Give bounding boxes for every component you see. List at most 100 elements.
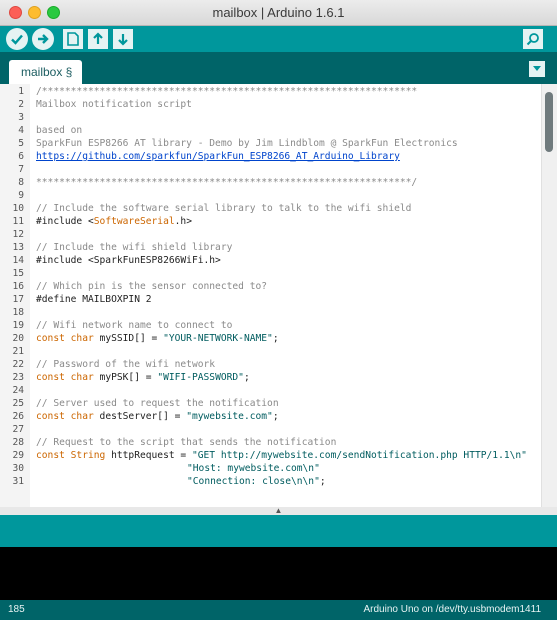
line-number: 2 <box>18 99 24 110</box>
code-text: // Which pin is the sensor connected to? <box>36 281 268 292</box>
status-line-number: 185 <box>8 604 25 615</box>
vertical-scrollbar[interactable] <box>541 84 557 507</box>
horizontal-scrollbar[interactable] <box>30 497 541 507</box>
code-token: const char <box>36 372 94 383</box>
line-number: 11 <box>12 216 24 227</box>
status-bar: 185 Arduino Uno on /dev/tty.usbmodem1411 <box>0 600 557 620</box>
code-token: "Host: mywebsite.com\n" <box>187 463 320 474</box>
line-number: 4 <box>18 125 24 136</box>
tab-menu-button[interactable] <box>529 61 545 77</box>
new-file-icon <box>67 32 79 46</box>
line-number: 3 <box>18 112 24 123</box>
code-text: #include <SparkFunESP8266WiFi.h> <box>36 255 221 266</box>
scrollbar-thumb[interactable] <box>545 92 553 152</box>
code-text: #include <SoftwareSerial.h> <box>36 215 192 228</box>
maximize-window-button[interactable] <box>47 6 60 19</box>
code-token: const String <box>36 450 106 461</box>
line-number: 30 <box>12 463 24 474</box>
editor-console-divider[interactable]: ▲ <box>0 507 557 515</box>
line-number: 7 <box>18 164 24 175</box>
code-line: 12 <box>0 228 541 241</box>
code-line: 5 SparkFun ESP8266 AT library - Demo by J… <box>0 137 541 150</box>
line-number: 10 <box>12 203 24 214</box>
code-token: "GET http://mywebsite.com/sendNotificati… <box>191 450 527 461</box>
code-token: "Connection: close\n\n" <box>187 476 320 487</box>
code-line: 31 "Connection: close\n\n"; <box>0 475 541 488</box>
code-text: // Request to the script that sends the … <box>36 437 337 448</box>
code-text: const char myPSK[] = "WIFI-PASSWORD"; <box>36 371 250 384</box>
arrow-right-icon <box>38 34 49 44</box>
code-line: 14 #include <SparkFunESP8266WiFi.h> <box>0 254 541 267</box>
code-line: 30 "Host: mywebsite.com\n" <box>0 462 541 475</box>
serial-monitor-button[interactable] <box>523 29 543 49</box>
code-text: // Include the software serial library t… <box>36 203 412 214</box>
code-token: const char <box>36 411 94 422</box>
code-token: .h> <box>174 216 192 227</box>
code-area[interactable]: 1 /**************************************… <box>0 85 541 488</box>
save-sketch-button[interactable] <box>113 29 133 49</box>
line-number: 17 <box>12 294 24 305</box>
code-line: 13 // Include the wifi shield library <box>0 241 541 254</box>
code-line: 23 const char myPSK[] = "WIFI-PASSWORD"; <box>0 371 541 384</box>
code-line: 17 #define MAILBOXPIN 2 <box>0 293 541 306</box>
code-line: 11 #include <SoftwareSerial.h> <box>0 215 541 228</box>
line-number: 8 <box>18 177 24 188</box>
code-token: myPSK[] = <box>93 372 158 383</box>
checkmark-icon <box>11 34 23 45</box>
code-line: 4 based on <box>0 124 541 137</box>
code-token: const char <box>36 333 94 344</box>
code-line: 6 https://github.com/sparkfun/SparkFun_ES… <box>0 150 541 163</box>
library-link[interactable]: https://github.com/sparkfun/SparkFun_ESP… <box>36 151 400 162</box>
code-line: 27 <box>0 423 541 436</box>
code-token: "WIFI-PASSWORD" <box>157 372 244 383</box>
tab-bar: mailbox § <box>0 52 557 84</box>
chevron-up-icon: ▲ <box>274 506 283 515</box>
code-token: ; <box>319 476 326 487</box>
code-token: "YOUR-NETWORK-NAME" <box>163 333 273 344</box>
code-text: // Password of the wifi network <box>36 359 216 370</box>
code-line: 10 // Include the software serial library… <box>0 202 541 215</box>
open-sketch-button[interactable] <box>88 29 108 49</box>
code-text: SparkFun ESP8266 AT library - Demo by Ji… <box>36 138 458 149</box>
code-text: https://github.com/sparkfun/SparkFun_ESP… <box>36 150 400 163</box>
code-text: ****************************************… <box>36 177 418 188</box>
line-number: 13 <box>12 242 24 253</box>
chevron-down-icon <box>533 66 541 71</box>
code-line: 24 <box>0 384 541 397</box>
verify-button[interactable] <box>6 28 28 50</box>
line-number: 1 <box>18 86 24 97</box>
line-number: 16 <box>12 281 24 292</box>
code-text: const char destServer[] = "mywebsite.com… <box>36 410 279 423</box>
tab-mailbox[interactable]: mailbox § <box>9 60 82 84</box>
code-line: 25 // Server used to request the notifica… <box>0 397 541 410</box>
code-token: ; <box>243 372 250 383</box>
status-board-port: Arduino Uno on /dev/tty.usbmodem1411 <box>363 604 541 615</box>
code-text: Mailbox notification script <box>36 99 192 110</box>
line-number: 28 <box>12 437 24 448</box>
code-editor[interactable]: 1 /**************************************… <box>0 84 557 507</box>
upload-button[interactable] <box>32 28 54 50</box>
toolbar <box>0 26 557 52</box>
code-token: httpRequest = <box>105 450 192 461</box>
new-sketch-button[interactable] <box>63 29 83 49</box>
code-text: "Host: mywebsite.com\n" <box>187 462 320 475</box>
line-number: 20 <box>12 333 24 344</box>
line-number: 26 <box>12 411 24 422</box>
code-line: 19 // Wifi network name to connect to <box>0 319 541 332</box>
line-number: 25 <box>12 398 24 409</box>
close-window-button[interactable] <box>9 6 22 19</box>
line-number: 23 <box>12 372 24 383</box>
code-text: "Connection: close\n\n"; <box>187 475 326 488</box>
message-area <box>0 515 557 547</box>
code-token: "mywebsite.com" <box>186 411 273 422</box>
code-text: based on <box>36 125 83 136</box>
code-text: // Server used to request the notificati… <box>36 398 279 409</box>
minimize-window-button[interactable] <box>28 6 41 19</box>
code-token: mySSID[] = <box>93 333 164 344</box>
code-line: 9 <box>0 189 541 202</box>
line-number: 9 <box>18 190 24 201</box>
code-line: 2 Mailbox notification script <box>0 98 541 111</box>
code-text: // Include the wifi shield library <box>36 242 233 253</box>
code-line: 18 <box>0 306 541 319</box>
code-line: 3 <box>0 111 541 124</box>
